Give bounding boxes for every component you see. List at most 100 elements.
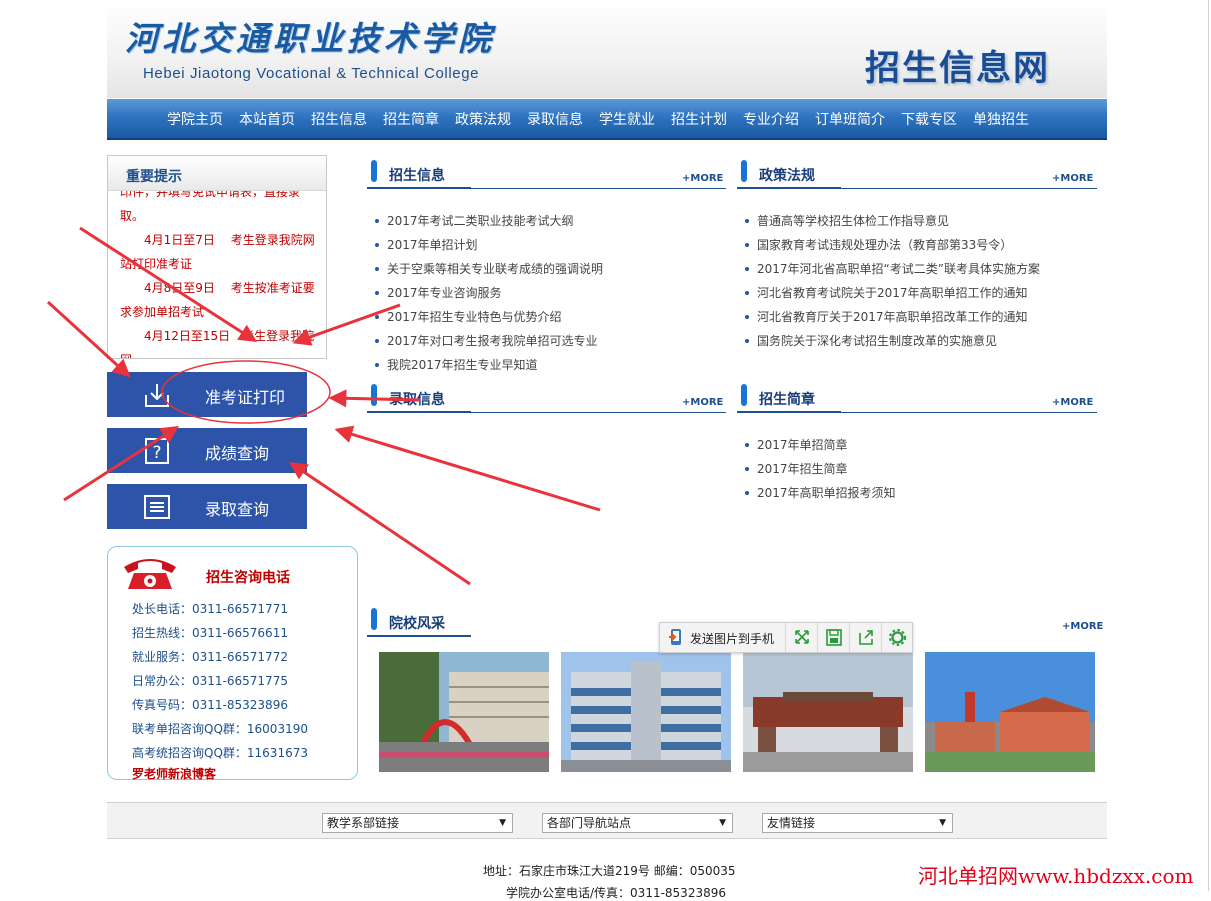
section-admission-info: 招生信息 +MORE — [367, 160, 726, 190]
nav-item-downloads[interactable]: 下载专区 — [901, 109, 957, 129]
list-item[interactable]: 普通高等学校招生体检工作指导意见 — [741, 209, 1097, 233]
list-item[interactable]: 2017年单招简章 — [741, 433, 1097, 457]
phone-entry: 日常办公：0311-66571775 — [132, 674, 288, 688]
nav-item-employment[interactable]: 学生就业 — [599, 109, 655, 129]
notice-scroll-text: 印件，并填写免试申请表，直接录 取。 4月1日至7日 考生登录我院网 站打印准考… — [120, 180, 320, 358]
dropdown-arrow-icon: ▼ — [499, 818, 506, 828]
admission-info-list: 2017年考试二类职业技能考试大纲 2017年单招计划 关于空乘等相关专业联考成… — [371, 209, 726, 377]
admission-ticket-print-button[interactable]: 准考证打印 — [107, 372, 307, 417]
more-link[interactable]: +MORE — [1052, 173, 1093, 184]
list-item[interactable]: 2017年对口考生报考我院单招可选专业 — [371, 329, 726, 353]
phone-entry: 传真号码：0311-85323896 — [132, 698, 288, 712]
nav-item-plan[interactable]: 招生计划 — [671, 109, 727, 129]
list-item[interactable]: 2017年考试二类职业技能考试大纲 — [371, 209, 726, 233]
campus-photo[interactable] — [743, 652, 913, 772]
footer-address: 地址：石家庄市珠江大道219号 邮编：050035 — [483, 864, 736, 878]
share-icon[interactable] — [849, 623, 882, 652]
download-icon — [145, 384, 169, 407]
question-icon: ? — [145, 438, 169, 464]
nav-item-admission-info[interactable]: 招生信息 — [311, 109, 367, 129]
list-item[interactable]: 我院2017年招生专业早知道 — [371, 353, 726, 377]
svg-text:?: ? — [152, 443, 161, 463]
friend-links-select[interactable]: 友情链接 ▼ — [762, 813, 953, 833]
page-edge — [1208, 0, 1209, 891]
notice-header: 重要提示 — [108, 156, 326, 191]
settings-gear-icon[interactable] — [881, 623, 913, 652]
list-item[interactable]: 2017年单招计划 — [371, 233, 726, 257]
site-header: 河北交通职业技术学院 Hebei Jiaotong Vocational & T… — [107, 0, 1107, 98]
notice-line: 站打印准考证 — [120, 257, 193, 271]
notice-line: 4月8日至9日 考生按准考证要 — [120, 281, 315, 295]
nav-item-admission-results[interactable]: 录取信息 — [527, 109, 583, 129]
list-item[interactable]: 2017年招生专业特色与优势介绍 — [371, 305, 726, 329]
footer-office-contact: 学院办公室电话/传真：0311-85323896 — [506, 886, 726, 900]
score-query-label: 成绩查询 — [205, 444, 270, 463]
section-marker — [371, 160, 377, 182]
section-brochure: 招生简章 +MORE — [737, 384, 1097, 414]
blog-link[interactable]: 罗老师新浪博客 — [132, 765, 216, 782]
admission-query-label: 录取查询 — [205, 500, 270, 519]
score-query-button[interactable]: ? 成绩查询 — [107, 428, 307, 473]
notice-line: 4月12日至15日 考生登录我院网 — [120, 329, 315, 358]
admission-ticket-print-label: 准考证打印 — [205, 388, 286, 407]
footer-link-bar: 教学系部链接 ▼ 各部门导航站点 ▼ 友情链接 ▼ — [107, 802, 1107, 839]
phone-entry: 联考单招咨询QQ群：16003190 — [132, 722, 308, 736]
list-item[interactable]: 国家教育考试违规处理办法（教育部第33号令） — [741, 233, 1097, 257]
dropdown-arrow-icon: ▼ — [719, 818, 726, 828]
nav-item-order-class[interactable]: 订单班简介 — [815, 109, 885, 129]
notice-line: 4月1日至7日 考生登录我院网 — [120, 233, 315, 247]
list-item[interactable]: 河北省教育考试院关于2017年高职单招工作的通知 — [741, 281, 1097, 305]
phone-box-title: 招生咨询电话 — [206, 570, 290, 586]
more-link[interactable]: +MORE — [1062, 621, 1103, 632]
office-navigation-select[interactable]: 各部门导航站点 ▼ — [542, 813, 733, 833]
college-name-cn: 河北交通职业技术学院 — [125, 19, 495, 58]
more-link[interactable]: +MORE — [1052, 397, 1093, 408]
phone-entry: 就业服务：0311-66571772 — [132, 650, 288, 664]
list-item[interactable]: 国务院关于深化考试招生制度改革的实施意见 — [741, 329, 1097, 353]
list-item[interactable]: 2017年高职单招报考须知 — [741, 481, 1097, 505]
campus-photo[interactable] — [925, 652, 1095, 772]
department-links-select[interactable]: 教学系部链接 ▼ — [322, 813, 513, 833]
campus-photo[interactable] — [379, 652, 549, 772]
phone-send-icon — [668, 628, 684, 646]
nav-item-independent[interactable]: 单独招生 — [973, 109, 1029, 129]
section-marker — [371, 608, 377, 630]
phone-entry: 高考统招咨询QQ群：11631673 — [132, 746, 308, 760]
more-link[interactable]: +MORE — [682, 397, 723, 408]
admission-query-button[interactable]: 录取查询 — [107, 484, 307, 529]
more-link[interactable]: +MORE — [682, 173, 723, 184]
notice-line: 求参加单招考试 — [120, 305, 205, 319]
nav-item-college-home[interactable]: 学院主页 — [167, 109, 223, 129]
nav-item-brochure[interactable]: 招生简章 — [383, 109, 439, 129]
list-item[interactable]: 2017年专业咨询服务 — [371, 281, 726, 305]
nav-item-majors[interactable]: 专业介绍 — [743, 109, 799, 129]
nav-item-site-home[interactable]: 本站首页 — [239, 109, 295, 129]
send-to-phone-button[interactable]: 发送图片到手机 — [690, 630, 774, 647]
section-title: 录取信息 — [389, 392, 445, 408]
save-icon[interactable] — [817, 623, 850, 652]
list-item[interactable]: 2017年招生简章 — [741, 457, 1097, 481]
nav-item-policy[interactable]: 政策法规 — [455, 109, 511, 129]
list-item[interactable]: 2017年河北省高职单招“考试二类”联考具体实施方案 — [741, 257, 1097, 281]
phone-entry: 处长电话：0311-66571771 — [132, 602, 288, 616]
list-item[interactable]: 河北省教育厅关于2017年高职单招改革工作的通知 — [741, 305, 1097, 329]
annotation-arrow — [334, 425, 601, 512]
site-title: 招生信息网 — [865, 48, 1051, 89]
fullscreen-icon[interactable] — [785, 623, 818, 652]
list-item[interactable]: 关于空乘等相关专业联考成绩的强调说明 — [371, 257, 726, 281]
contact-phone-box: 招生咨询电话 处长电话：0311-66571771 招生热线：0311-6657… — [107, 546, 358, 782]
site-watermark: 河北单招网www.hbdzxx.com — [918, 864, 1194, 888]
section-policy: 政策法规 +MORE — [737, 160, 1097, 190]
college-name-en: Hebei Jiaotong Vocational & Technical Co… — [143, 65, 480, 82]
section-marker — [741, 384, 747, 406]
section-title: 招生信息 — [389, 168, 445, 184]
section-marker — [741, 160, 747, 182]
policy-list: 普通高等学校招生体检工作指导意见 国家教育考试违规处理办法（教育部第33号令） … — [741, 209, 1097, 353]
notice-title: 重要提示 — [126, 169, 182, 185]
campus-photo[interactable] — [561, 652, 731, 772]
section-admission-results: 录取信息 +MORE — [367, 384, 726, 414]
main-nav: 学院主页 本站首页 招生信息 招生简章 政策法规 录取信息 学生就业 招生计划 … — [107, 99, 1107, 140]
section-marker — [371, 384, 377, 406]
telephone-icon — [124, 559, 176, 589]
notice-line: 取。 — [120, 209, 145, 223]
